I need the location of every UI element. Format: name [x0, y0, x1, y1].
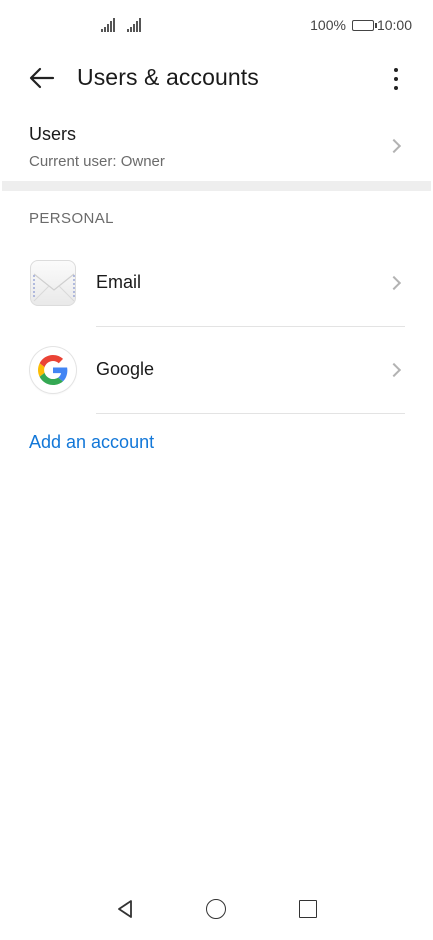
clock: 10:00: [376, 17, 412, 33]
account-label-google: Google: [96, 359, 155, 379]
chevron-right-icon: [386, 362, 402, 378]
dot: [394, 77, 398, 81]
back-button[interactable]: [22, 58, 62, 98]
section-divider: [2, 181, 431, 191]
nav-home-circle-icon[interactable]: [206, 899, 226, 919]
add-account-link[interactable]: Add an account: [29, 432, 154, 453]
users-row[interactable]: Users Current user: Owner: [0, 112, 433, 180]
more-options-button[interactable]: [381, 60, 411, 98]
status-bar: 100% 10:00: [0, 0, 433, 52]
signal-strength-icon: [101, 18, 117, 32]
nav-back-triangle-icon[interactable]: [114, 898, 136, 920]
account-label-email: Email: [96, 272, 142, 292]
dot: [394, 68, 398, 72]
status-right: 100% 10:00: [310, 17, 412, 33]
chevron-right-icon: [386, 138, 402, 154]
nav-recents-square-icon[interactable]: [299, 900, 317, 918]
list-divider: [96, 413, 405, 414]
account-row-email[interactable]: Email: [0, 240, 433, 326]
google-logo-icon: [30, 347, 76, 393]
chevron-right-icon: [386, 275, 402, 291]
arrow-left-icon: [29, 67, 55, 89]
current-user-subtitle: Current user: Owner: [29, 153, 165, 170]
dot: [394, 86, 398, 90]
app-bar: Users & accounts: [0, 52, 433, 104]
page-title: Users & accounts: [77, 64, 259, 90]
system-navigation-bar: [0, 888, 433, 940]
users-accounts-screen: 100% 10:00 Users & accounts Users Curren…: [0, 0, 433, 940]
users-title: Users: [29, 124, 77, 144]
email-envelope-icon: [30, 260, 76, 306]
battery-percentage: 100%: [310, 17, 346, 33]
signal-strength-icon: [127, 18, 143, 32]
battery-icon: [351, 19, 377, 31]
section-header-personal: PERSONAL: [29, 210, 114, 227]
account-row-google[interactable]: Google: [0, 327, 433, 413]
